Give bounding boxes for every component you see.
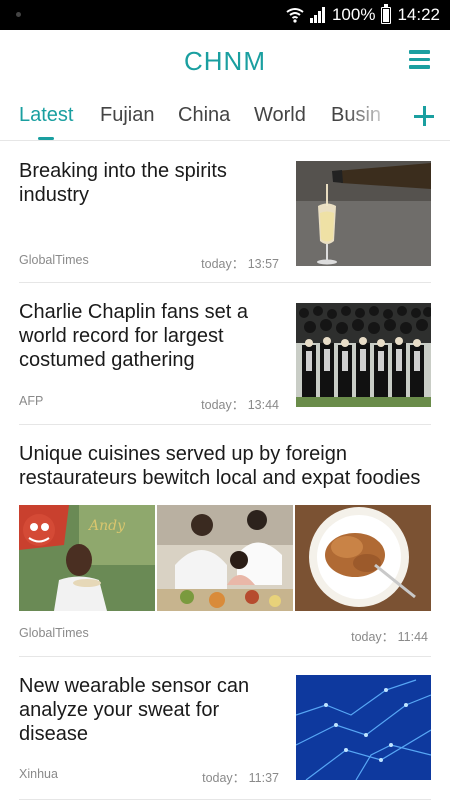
add-channel-button[interactable] (398, 92, 450, 140)
wifi-icon (286, 8, 304, 23)
news-time: today： 11:44 (351, 630, 428, 644)
news-item[interactable]: New wearable sensor can analyze your swe… (0, 657, 450, 800)
notification-dot-icon (16, 12, 21, 17)
news-item[interactable]: Unique cuisines served up by foreign res… (0, 425, 450, 657)
news-thumbnail (296, 675, 431, 780)
news-headline: Charlie Chaplin fans set a world record … (19, 301, 249, 371)
news-time: today： 11:37 (202, 771, 279, 785)
news-item[interactable]: Charlie Chaplin fans set a world record … (0, 283, 450, 425)
menu-icon[interactable] (409, 50, 430, 69)
battery-icon (381, 3, 392, 24)
news-thumbnail (296, 161, 431, 266)
tab-latest[interactable]: Latest (19, 104, 73, 127)
news-thumbnail: Andy (19, 505, 155, 611)
news-source: GlobalTimes (19, 253, 89, 267)
battery-percent: 100% (331, 5, 376, 24)
active-tab-indicator (38, 137, 54, 140)
news-source: Xinhua (19, 767, 58, 781)
status-icons: 100% 14:22 (286, 0, 440, 30)
news-thumbnail (157, 505, 293, 611)
news-source: GlobalTimes (19, 626, 89, 640)
news-thumbnail (296, 303, 431, 407)
tab-world[interactable]: World (254, 104, 306, 127)
signal-icon (309, 7, 325, 23)
tabs-fade (345, 92, 395, 140)
news-headline: Unique cuisines served up by foreign res… (19, 443, 421, 489)
app-title: CHNM (184, 46, 266, 76)
news-time: today： 13:57 (201, 257, 279, 271)
svg-text:Andy: Andy (87, 518, 126, 534)
tab-fujian[interactable]: Fujian (100, 104, 154, 127)
news-item[interactable]: Breaking into the spirits industry Globa… (0, 142, 450, 283)
app-header: CHNM (0, 30, 450, 92)
tab-china[interactable]: China (178, 104, 230, 127)
category-tabs: Latest Fujian China World Busin (0, 92, 450, 141)
plus-icon (414, 106, 434, 126)
status-bar: 100% 14:22 (0, 0, 450, 30)
news-source: AFP (19, 394, 44, 408)
news-thumbnail (295, 505, 431, 611)
clock: 14:22 (397, 5, 440, 24)
news-headline: New wearable sensor can analyze your swe… (19, 675, 250, 745)
news-headline: Breaking into the spirits industry (19, 160, 227, 206)
news-time: today： 13:44 (201, 398, 279, 412)
